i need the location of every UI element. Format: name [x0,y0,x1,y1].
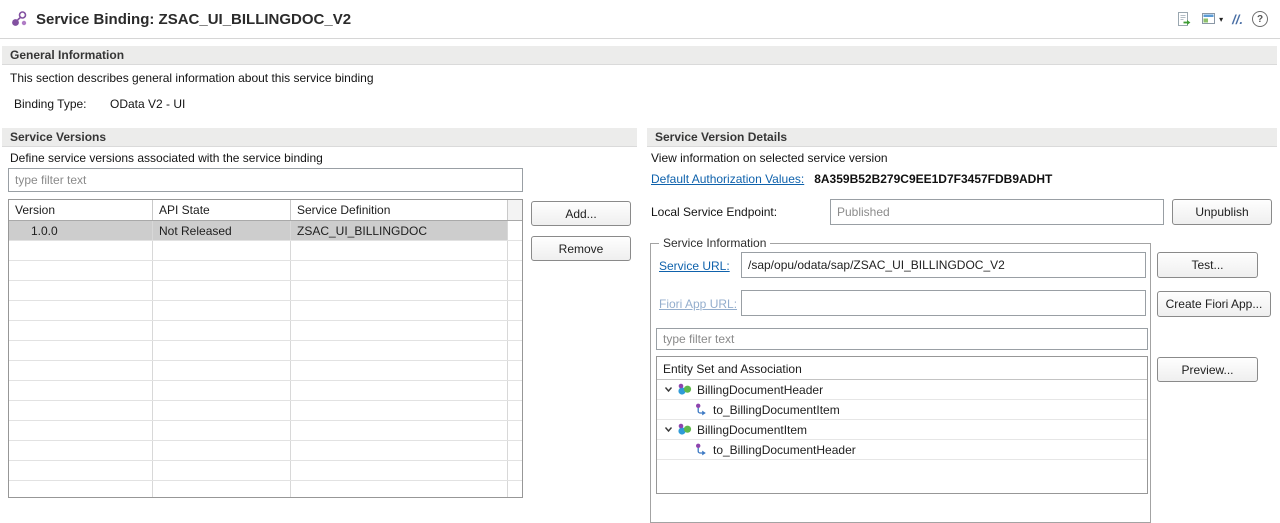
binding-type-value: OData V2 - UI [110,97,186,111]
comment-slashes-icon[interactable]: //. [1232,12,1243,27]
association-icon [695,403,708,416]
fiori-app-url-link[interactable]: Fiori App URL: [659,297,737,311]
service-information-group-title: Service Information [659,236,771,250]
service-version-details-title: Service Version Details [655,130,788,144]
versions-table-header: Version API State Service Definition [9,200,522,221]
table-row[interactable] [9,241,522,261]
entity-tree: Entity Set and Association BillingDocume… [656,356,1148,494]
association-icon [695,443,708,456]
default-authorization-value: 8A359B52B279C9EE1D7F3457FDB9ADHT [814,172,1053,186]
table-row[interactable] [9,381,522,401]
local-service-endpoint-field[interactable] [830,199,1164,225]
fiori-app-url-field[interactable] [741,290,1146,316]
titlebar-toolbar: ▾ //. ? [1176,11,1268,27]
add-button[interactable]: Add... [531,201,631,226]
entity-set-icon [677,423,692,436]
tree-node-label: to_BillingDocumentItem [713,402,840,417]
table-row[interactable] [9,421,522,441]
tree-node-label: BillingDocumentItem [697,422,808,437]
table-row[interactable] [9,301,522,321]
local-service-endpoint-label: Local Service Endpoint: [651,205,778,219]
service-version-details-header: Service Version Details [647,128,1277,147]
table-row[interactable] [9,401,522,421]
table-row[interactable] [9,361,522,381]
tree-node-label: BillingDocumentHeader [697,382,824,397]
editor-titlebar: Service Binding: ZSAC_UI_BILLINGDOC_V2 ▾… [0,0,1280,39]
tree-node-billingdocumentitem[interactable]: BillingDocumentItem [657,420,1147,440]
chevron-down-icon[interactable] [661,425,675,434]
table-row[interactable] [9,461,522,481]
cell-api-state: Not Released [153,221,291,240]
export-html-icon[interactable] [1176,11,1192,27]
dropdown-arrow-icon[interactable]: ▾ [1219,15,1223,24]
default-authorization-values-link[interactable]: Default Authorization Values: [651,172,804,186]
vertical-scrollbar[interactable] [508,200,522,220]
versions-filter-input[interactable] [8,168,523,192]
cell-service-definition: ZSAC_UI_BILLINGDOC [291,221,508,240]
create-fiori-app-button[interactable]: Create Fiori App... [1157,291,1271,317]
binding-type-label: Binding Type: [14,97,87,111]
entity-set-icon [677,383,692,396]
general-information-header: General Information [2,46,1277,65]
general-information-description: This section describes general informati… [10,71,374,85]
table-row[interactable] [9,341,522,361]
cell-version: 1.0.0 [9,221,153,240]
default-authorization-row: Default Authorization Values: 8A359B52B2… [651,172,1052,186]
table-row[interactable] [9,441,522,461]
page-title: Service Binding: ZSAC_UI_BILLINGDOC_V2 [36,10,352,28]
entity-tree-column-header[interactable]: Entity Set and Association [657,357,1147,380]
chevron-down-icon[interactable] [661,385,675,394]
table-row[interactable] [9,481,522,497]
general-information-title: General Information [10,48,125,62]
service-versions-description: Define service versions associated with … [10,151,323,165]
versions-table: Version API State Service Definition 1.0… [8,199,523,498]
table-row[interactable] [9,321,522,341]
entity-filter-input[interactable] [656,328,1148,350]
service-versions-title: Service Versions [10,130,107,144]
tree-node-label: to_BillingDocumentHeader [713,442,856,457]
column-header-service-definition[interactable]: Service Definition [291,200,508,220]
help-icon[interactable]: ? [1252,11,1268,27]
table-row[interactable] [9,281,522,301]
details-description: View information on selected service ver… [651,151,888,165]
tree-node-to-billingdocumentitem[interactable]: to_BillingDocumentItem [657,400,1147,420]
service-binding-icon [10,10,28,28]
preview-button[interactable]: Preview... [1157,357,1258,382]
tree-node-to-billingdocumentheader[interactable]: to_BillingDocumentHeader [657,440,1147,460]
unpublish-button[interactable]: Unpublish [1172,199,1272,225]
editor-actions-icon[interactable]: ▾ [1201,11,1223,27]
service-url-link[interactable]: Service URL: [659,259,730,273]
service-url-field[interactable] [741,252,1146,278]
service-versions-header: Service Versions [2,128,637,147]
remove-button[interactable]: Remove [531,236,631,261]
table-row[interactable]: 1.0.0 Not Released ZSAC_UI_BILLINGDOC [9,221,522,241]
table-row[interactable] [9,261,522,281]
column-header-version[interactable]: Version [9,200,153,220]
column-header-api-state[interactable]: API State [153,200,291,220]
test-button[interactable]: Test... [1157,252,1258,278]
tree-node-billingdocumentheader[interactable]: BillingDocumentHeader [657,380,1147,400]
